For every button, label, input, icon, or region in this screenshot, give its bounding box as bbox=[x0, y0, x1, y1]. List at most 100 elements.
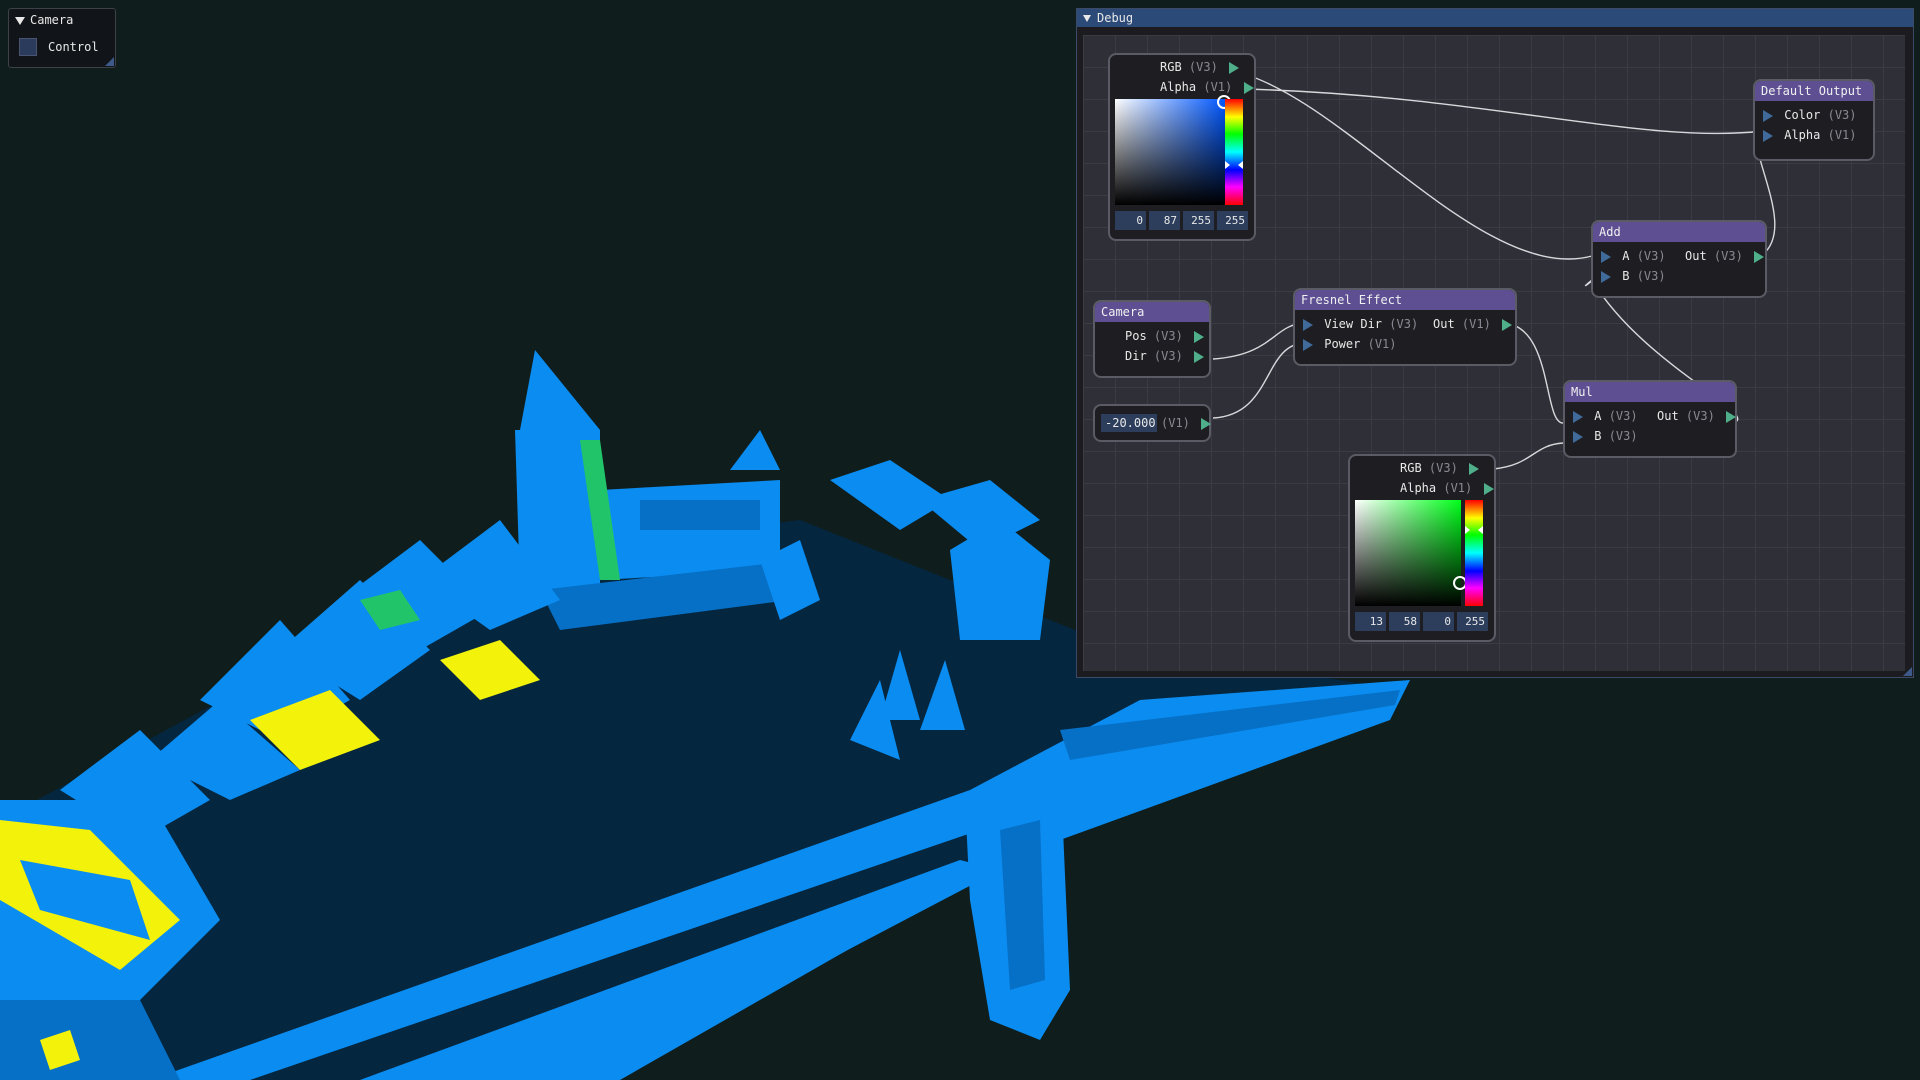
debug-window-title: Debug bbox=[1097, 11, 1134, 25]
hue-marker-icon[interactable] bbox=[1478, 526, 1483, 534]
input-color: Color (V3) bbox=[1763, 107, 1857, 123]
fresnel-effect-node[interactable]: Fresnel Effect View Dir (V3) Power (V1) … bbox=[1293, 288, 1517, 366]
output-label: Alpha bbox=[1400, 481, 1437, 495]
input-type: (V3) bbox=[1827, 108, 1857, 122]
color-picker-node-2[interactable]: RGB (V3) Alpha (V1) 13 58 0 255 bbox=[1348, 454, 1496, 642]
input-view-dir: View Dir (V3) bbox=[1303, 316, 1418, 332]
input-label: A bbox=[1622, 249, 1630, 263]
value-r[interactable]: 0 bbox=[1115, 211, 1146, 230]
output-pin-icon[interactable] bbox=[1229, 61, 1240, 74]
output-alpha: Alpha (V1) bbox=[1160, 79, 1254, 95]
output-out: Out (V3) bbox=[1657, 408, 1737, 424]
input-pin-icon[interactable] bbox=[1573, 410, 1583, 423]
output-label: Alpha bbox=[1160, 80, 1197, 94]
value-a[interactable]: 255 bbox=[1457, 612, 1488, 631]
default-output-node[interactable]: Default Output Color (V3) Alpha (V1) bbox=[1753, 79, 1875, 161]
resize-grip-icon[interactable] bbox=[1903, 667, 1912, 676]
input-pin-icon[interactable] bbox=[1303, 318, 1313, 331]
output-pin-icon[interactable] bbox=[1754, 250, 1765, 263]
output-type: (V3) bbox=[1188, 60, 1218, 74]
output-out: Out (V1) bbox=[1433, 316, 1513, 332]
camera-node[interactable]: Camera Pos (V3) Dir (V3) bbox=[1093, 300, 1211, 378]
output-label: Out bbox=[1433, 317, 1455, 331]
output-pin-icon[interactable] bbox=[1483, 482, 1494, 495]
hue-bar[interactable] bbox=[1225, 99, 1243, 205]
input-power: Power (V1) bbox=[1303, 336, 1397, 352]
output-type: (V3) bbox=[1428, 461, 1458, 475]
mul-node[interactable]: Mul A (V3) B (V3) Out (V3) bbox=[1563, 380, 1737, 458]
output-type: (V1) bbox=[1443, 481, 1473, 495]
color-picker-node-1[interactable]: RGB (V3) Alpha (V1) 0 87 255 255 bbox=[1108, 53, 1256, 241]
value-g[interactable]: 58 bbox=[1389, 612, 1420, 631]
input-label: B bbox=[1594, 429, 1602, 443]
input-b: B (V3) bbox=[1573, 428, 1638, 444]
output-pin-icon[interactable] bbox=[1469, 462, 1480, 475]
input-pin-icon[interactable] bbox=[1763, 129, 1773, 142]
value-a[interactable]: 255 bbox=[1217, 211, 1248, 230]
float-value-input[interactable]: -20.000 bbox=[1101, 414, 1157, 432]
output-label: Out bbox=[1685, 249, 1707, 263]
link-float-to-fresnel-power bbox=[1212, 342, 1305, 419]
link-alpha-to-output-alpha bbox=[1242, 88, 1764, 135]
output-type: (V3) bbox=[1713, 249, 1743, 263]
input-pin-icon[interactable] bbox=[1601, 250, 1611, 263]
input-alpha: Alpha (V1) bbox=[1763, 127, 1857, 143]
output-pin-icon[interactable] bbox=[1194, 330, 1205, 343]
output-pin-icon[interactable] bbox=[1243, 81, 1254, 94]
output-type: (V1) bbox=[1161, 416, 1190, 430]
hue-bar[interactable] bbox=[1465, 500, 1483, 606]
output-v1: (V1) bbox=[1161, 415, 1212, 431]
control-color-swatch[interactable] bbox=[19, 38, 37, 56]
input-type: (V1) bbox=[1827, 128, 1857, 142]
input-a: A (V3) bbox=[1601, 248, 1666, 264]
output-type: (V1) bbox=[1461, 317, 1491, 331]
saturation-value-square[interactable] bbox=[1115, 99, 1225, 205]
node-title: Camera bbox=[1095, 302, 1209, 322]
add-node[interactable]: Add A (V3) B (V3) Out (V3) bbox=[1591, 220, 1767, 298]
hue-marker-icon[interactable] bbox=[1238, 161, 1243, 169]
collapse-arrow-icon[interactable] bbox=[15, 16, 25, 25]
output-pin-icon[interactable] bbox=[1201, 417, 1212, 430]
output-pin-icon[interactable] bbox=[1726, 410, 1737, 423]
camera-window-title-text: Camera bbox=[30, 13, 74, 27]
input-label: Alpha bbox=[1784, 128, 1821, 142]
debug-window-titlebar[interactable]: Debug bbox=[1077, 9, 1913, 27]
input-pin-icon[interactable] bbox=[1303, 338, 1313, 351]
output-pos: Pos (V3) bbox=[1125, 328, 1205, 344]
input-pin-icon[interactable] bbox=[1763, 109, 1773, 122]
value-r[interactable]: 13 bbox=[1355, 612, 1386, 631]
input-a: A (V3) bbox=[1573, 408, 1638, 424]
camera-window[interactable]: Camera Control bbox=[8, 8, 116, 68]
input-label: Color bbox=[1784, 108, 1821, 122]
output-type: (V3) bbox=[1685, 409, 1715, 423]
saturation-value-square[interactable] bbox=[1355, 500, 1461, 606]
node-title: Mul bbox=[1565, 382, 1735, 402]
debug-window[interactable]: Debug RGB (V3) Alpha (V1) 0 87 255 255 D… bbox=[1076, 8, 1914, 678]
input-type: (V3) bbox=[1608, 429, 1638, 443]
output-label: RGB bbox=[1160, 60, 1182, 74]
collapse-arrow-icon[interactable] bbox=[1083, 15, 1091, 22]
input-type: (V1) bbox=[1367, 337, 1397, 351]
output-label: Out bbox=[1657, 409, 1679, 423]
output-rgb: RGB (V3) bbox=[1400, 460, 1480, 476]
input-pin-icon[interactable] bbox=[1601, 270, 1611, 283]
camera-window-title[interactable]: Camera bbox=[15, 12, 73, 28]
resize-grip-icon[interactable] bbox=[105, 57, 114, 66]
float-constant-node[interactable]: -20.000 (V1) bbox=[1093, 404, 1212, 442]
node-title: Fresnel Effect bbox=[1295, 290, 1515, 310]
value-b[interactable]: 0 bbox=[1423, 612, 1454, 631]
value-b[interactable]: 255 bbox=[1183, 211, 1214, 230]
input-b: B (V3) bbox=[1601, 268, 1666, 284]
hue-marker-icon[interactable] bbox=[1465, 526, 1470, 534]
input-label: View Dir bbox=[1324, 317, 1383, 331]
input-pin-icon[interactable] bbox=[1573, 430, 1583, 443]
output-dir: Dir (V3) bbox=[1125, 348, 1205, 364]
output-out: Out (V3) bbox=[1685, 248, 1765, 264]
hue-marker-icon[interactable] bbox=[1225, 161, 1230, 169]
output-type: (V3) bbox=[1153, 349, 1183, 363]
node-editor-canvas[interactable]: RGB (V3) Alpha (V1) 0 87 255 255 Default… bbox=[1083, 35, 1905, 671]
output-pin-icon[interactable] bbox=[1502, 318, 1513, 331]
value-g[interactable]: 87 bbox=[1149, 211, 1180, 230]
output-label: RGB bbox=[1400, 461, 1422, 475]
output-pin-icon[interactable] bbox=[1194, 350, 1205, 363]
